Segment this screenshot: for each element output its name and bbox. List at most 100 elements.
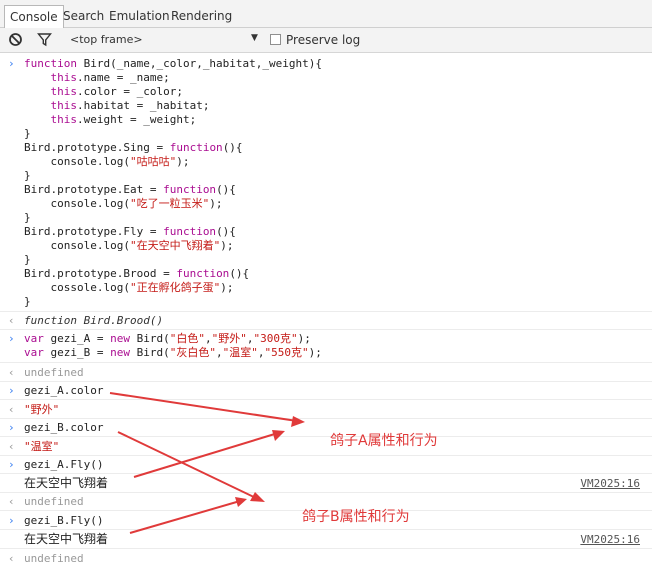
- code-text: console.log(: [24, 155, 130, 168]
- keyword: this: [50, 85, 78, 98]
- console-result-entry: ‹ undefined: [0, 363, 652, 382]
- console-input-entry: › var gezi_A = new Bird("白色","野外", "300克"…: [0, 330, 652, 363]
- code-text: .name = _name;: [77, 71, 170, 84]
- string-literal: "野外": [211, 332, 247, 345]
- code-definition: function Bird(_name,_color,_habitat,_wei…: [24, 57, 322, 309]
- source-link[interactable]: VM2025:16: [580, 477, 640, 490]
- string-literal: "白色": [169, 332, 205, 345]
- code-line: this.habitat = _habitat;: [24, 99, 322, 113]
- code-text: gezi_A =: [43, 332, 111, 345]
- console-result-entry: ‹ "野外": [0, 400, 652, 419]
- code-text: Bird.prototype.Sing =: [24, 141, 170, 154]
- code-line: console.log("咕咕咕");: [24, 155, 322, 169]
- code-line: }: [24, 211, 322, 225]
- code-line: console.log("在天空中飞翔着");: [24, 239, 322, 253]
- code-line: }: [24, 295, 322, 309]
- keyword: function: [163, 225, 217, 238]
- code-text: }: [24, 295, 31, 308]
- clear-console-icon[interactable]: [8, 32, 23, 50]
- code-text: console.log(: [24, 239, 130, 252]
- console-input-entry: › gezi_A.color: [0, 382, 652, 400]
- input-prompt-icon: ›: [8, 421, 15, 434]
- string-literal: "550克": [264, 346, 309, 359]
- log-message: 在天空中飞翔着: [24, 532, 109, 546]
- code-text: (){: [216, 225, 236, 238]
- code-text: Bird(: [129, 346, 170, 359]
- code-text: Bird.prototype.Fly =: [24, 225, 164, 238]
- command-text: gezi_B.Fly(): [24, 514, 104, 527]
- string-literal: "在天空中飞翔着": [129, 239, 221, 252]
- undefined-result: undefined: [24, 495, 84, 508]
- keyword: new: [110, 346, 130, 359]
- console-result-entry: ‹ function Bird.Brood(): [0, 312, 652, 330]
- output-prompt-icon: ‹: [8, 495, 15, 508]
- code-text: Bird(_name,_color,_habitat,_weight){: [76, 57, 323, 70]
- source-link[interactable]: VM2025:16: [580, 533, 640, 546]
- code-text: }: [24, 127, 31, 140]
- code-line: }: [24, 169, 322, 183]
- code-text: console.log(: [24, 197, 130, 210]
- code-line: Bird.prototype.Sing = function(){: [24, 141, 322, 155]
- string-literal: "300克": [253, 332, 298, 345]
- code-text: );: [220, 239, 234, 252]
- keyword: this: [50, 113, 78, 126]
- keyword: function: [24, 57, 77, 70]
- code-text: ,: [204, 332, 212, 345]
- frame-selector[interactable]: <top frame>: [70, 33, 143, 46]
- keyword: new: [110, 332, 130, 345]
- code-line: var gezi_B = new Bird("灰白色","温室","550克")…: [24, 346, 322, 360]
- code-text: (){: [222, 141, 243, 154]
- code-line: cossole.log("正在孵化鸽子蛋");: [24, 281, 322, 295]
- code-line: }: [24, 253, 322, 267]
- annotation-label-b: 鸽子B属性和行为: [302, 509, 410, 525]
- command-text: gezi_A.Fly(): [24, 458, 104, 471]
- code-text: );: [220, 281, 234, 294]
- chevron-down-icon[interactable]: ▼: [251, 33, 258, 43]
- annotation-label-a: 鸽子A属性和行为: [330, 433, 438, 449]
- output-prompt-icon: ‹: [8, 440, 15, 453]
- code-text: .habitat = _habitat;: [77, 99, 210, 112]
- string-literal: "温室": [222, 346, 258, 359]
- console-toolbar: <top frame> ▼ Preserve log: [0, 28, 652, 53]
- function-result: function Bird.Brood(): [24, 314, 164, 327]
- code-text: .weight = _weight;: [77, 113, 197, 126]
- output-prompt-icon: ‹: [8, 314, 15, 327]
- code-line: Bird.prototype.Fly = function(){: [24, 225, 322, 239]
- keyword: function: [176, 267, 230, 280]
- preserve-log-label: Preserve log: [286, 33, 361, 47]
- code-line: var gezi_A = new Bird("白色","野外","300克");: [24, 332, 322, 346]
- input-prompt-icon: ›: [8, 332, 15, 345]
- string-literal: "灰白色": [169, 346, 216, 359]
- code-line: Bird.prototype.Brood = function(){: [24, 267, 322, 281]
- code-line: console.log("吃了一粒玉米");: [24, 197, 322, 211]
- keyword: var: [24, 332, 44, 345]
- keyword: var: [24, 346, 44, 359]
- string-result: "野外": [24, 403, 60, 416]
- console-log-entry: 在天空中飞翔着 VM2025:16: [0, 530, 652, 549]
- tab-search[interactable]: Search: [58, 4, 109, 28]
- filter-icon[interactable]: [37, 32, 52, 50]
- console-output: › function Bird(_name,_color,_habitat,_w…: [0, 53, 652, 574]
- tab-emulation[interactable]: Emulation: [104, 4, 175, 28]
- code-line: this.name = _name;: [24, 71, 322, 85]
- command-text: gezi_A.color: [24, 384, 104, 397]
- keyword: function: [163, 183, 217, 196]
- console-log-entry: 在天空中飞翔着 VM2025:16: [0, 474, 652, 493]
- code-text: );: [297, 332, 311, 345]
- code-text: );: [176, 155, 190, 168]
- code-text: );: [308, 346, 322, 359]
- code-text: .color = _color;: [77, 85, 183, 98]
- keyword: this: [50, 71, 78, 84]
- code-text: gezi_B =: [43, 346, 111, 359]
- devtools-tab-bar: Console Search Emulation Rendering: [0, 0, 652, 28]
- string-literal: "吃了一粒玉米": [129, 197, 210, 210]
- keyword: this: [50, 99, 78, 112]
- console-input-entry: › gezi_A.Fly(): [0, 456, 652, 474]
- tab-console[interactable]: Console: [4, 5, 64, 28]
- tab-rendering[interactable]: Rendering: [166, 4, 237, 28]
- code-text: cossole.log(: [24, 281, 130, 294]
- preserve-log-checkbox[interactable]: [270, 34, 281, 45]
